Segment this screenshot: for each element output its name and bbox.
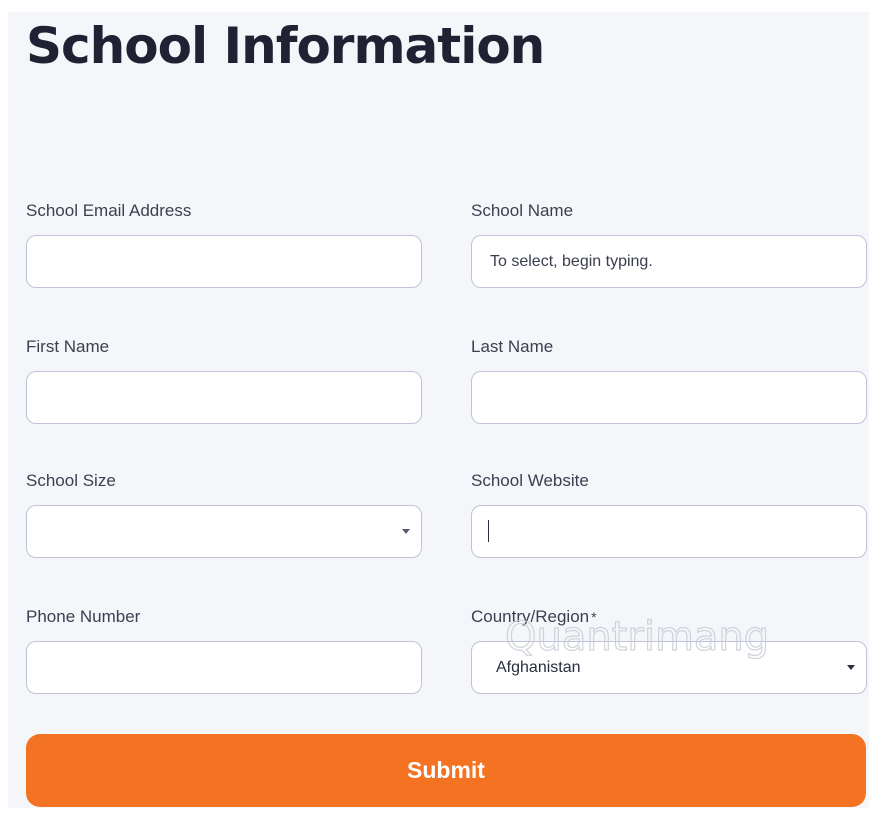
text-cursor: [488, 520, 489, 542]
required-marker: *: [591, 609, 597, 625]
school-size-label: School Size: [26, 471, 116, 490]
country-selected-value: Afghanistan: [496, 659, 581, 676]
school-size-field-group: School Size: [26, 470, 422, 558]
last-name-input[interactable]: [471, 371, 867, 424]
chevron-down-icon: [402, 529, 410, 534]
email-field-group: School Email Address: [26, 200, 422, 288]
country-label-text: Country/Region: [471, 607, 590, 626]
phone-label: Phone Number: [26, 607, 141, 626]
last-name-field-group: Last Name: [471, 336, 867, 424]
phone-input[interactable]: [26, 641, 422, 694]
email-field[interactable]: [26, 235, 422, 288]
country-label: Country/Region *: [471, 606, 867, 628]
website-field-group: School Website: [471, 470, 867, 558]
country-field-group: Country/Region * Afghanistan: [471, 606, 867, 694]
country-select[interactable]: Afghanistan: [471, 641, 867, 694]
first-name-field-group: First Name: [26, 336, 422, 424]
school-name-input[interactable]: [471, 235, 867, 288]
website-input-wrapper: [471, 505, 867, 558]
page-title: School Information: [26, 17, 545, 75]
chevron-down-icon: [847, 665, 855, 670]
school-size-select[interactable]: [26, 505, 422, 558]
first-name-label: First Name: [26, 337, 110, 356]
school-name-label: School Name: [471, 201, 574, 220]
first-name-input[interactable]: [26, 371, 422, 424]
school-name-field-group: School Name: [471, 200, 867, 288]
phone-field-group: Phone Number: [26, 606, 422, 694]
last-name-label: Last Name: [471, 337, 554, 356]
website-input[interactable]: [471, 505, 867, 558]
website-label: School Website: [471, 471, 589, 490]
submit-button[interactable]: Submit: [26, 734, 866, 807]
email-label: School Email Address: [26, 201, 192, 220]
